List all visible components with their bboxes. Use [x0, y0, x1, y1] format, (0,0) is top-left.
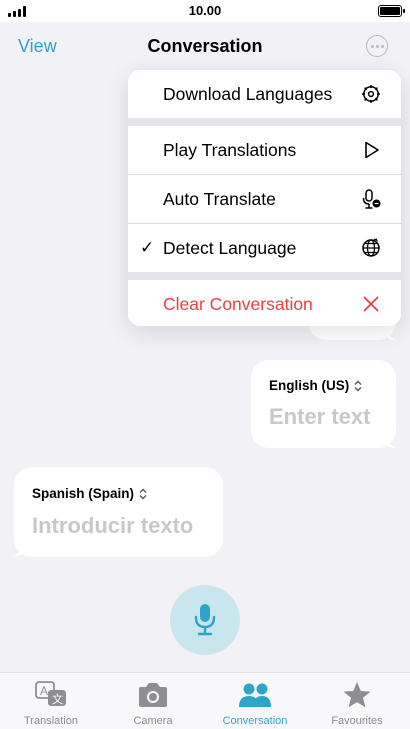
status-time: 10.00 — [188, 3, 222, 18]
tab-bar: A 文 Translation Camera Conversation Favo… — [0, 672, 410, 729]
people-icon — [239, 683, 271, 707]
options-menu: Download Languages Play Translations Aut… — [128, 70, 401, 326]
camera-icon — [139, 683, 167, 707]
tab-favourites[interactable]: Favourites — [306, 673, 408, 729]
english-input-bubble[interactable]: English (US) Enter text — [251, 360, 396, 448]
menu-item-play-translations[interactable]: Play Translations — [128, 126, 401, 174]
menu-item-label: Detect Language — [163, 238, 297, 258]
spanish-language-selector[interactable]: Spanish (Spain) — [32, 486, 147, 501]
menu-item-label: Play Translations — [163, 140, 297, 160]
menu-item-label: Clear Conversation — [163, 294, 313, 314]
menu-item-auto-translate[interactable]: Auto Translate — [128, 175, 401, 223]
star-icon — [343, 682, 371, 708]
translation-icon: A 文 — [35, 681, 66, 706]
tab-label: Translation — [23, 715, 78, 727]
menu-item-label: Download Languages — [163, 84, 333, 104]
menu-item-detect-language[interactable]: ✓ Detect Language — [128, 224, 401, 272]
tab-label: Conversation — [222, 715, 288, 727]
gear-icon — [362, 85, 380, 103]
english-text-input[interactable]: Enter text — [269, 404, 370, 430]
battery-level — [380, 7, 400, 15]
chevron-up-down-icon — [139, 488, 147, 500]
navigation-bar: View Conversation — [0, 22, 410, 70]
english-language-label: English (US) — [269, 378, 350, 393]
menu-item-clear-conversation[interactable]: Clear Conversation — [128, 280, 401, 326]
battery-icon — [378, 5, 405, 17]
tab-translation[interactable]: A 文 Translation — [0, 673, 102, 729]
bubble-tail — [12, 538, 30, 557]
status-bar: 10.00 — [0, 0, 410, 22]
tab-label: Favourites — [331, 715, 383, 727]
tab-label: Camera — [133, 715, 173, 727]
menu-item-download-languages[interactable]: Download Languages — [128, 70, 401, 118]
bubble-tail — [380, 430, 398, 449]
svg-text:A: A — [40, 684, 48, 698]
spanish-text-input[interactable]: Introducir texto — [32, 513, 193, 539]
close-icon — [363, 296, 379, 312]
globe-icon — [362, 238, 380, 257]
spanish-input-bubble[interactable]: Spanish (Spain) Introducir texto — [14, 467, 223, 557]
microphone-icon — [194, 604, 216, 636]
svg-text:文: 文 — [52, 692, 63, 706]
tab-camera[interactable]: Camera — [102, 673, 204, 729]
spanish-language-label: Spanish (Spain) — [32, 486, 135, 501]
checkmark-icon: ✓ — [140, 238, 155, 257]
chevron-up-down-icon — [354, 380, 362, 392]
play-icon — [365, 141, 379, 159]
more-options-icon[interactable] — [366, 35, 388, 57]
tab-conversation[interactable]: Conversation — [204, 673, 306, 729]
page-title: Conversation — [147, 36, 263, 56]
menu-item-label: Auto Translate — [163, 189, 276, 209]
english-language-selector[interactable]: English (US) — [269, 378, 362, 393]
microphone-button[interactable] — [170, 585, 240, 655]
auto-translate-mic-icon — [362, 189, 381, 209]
